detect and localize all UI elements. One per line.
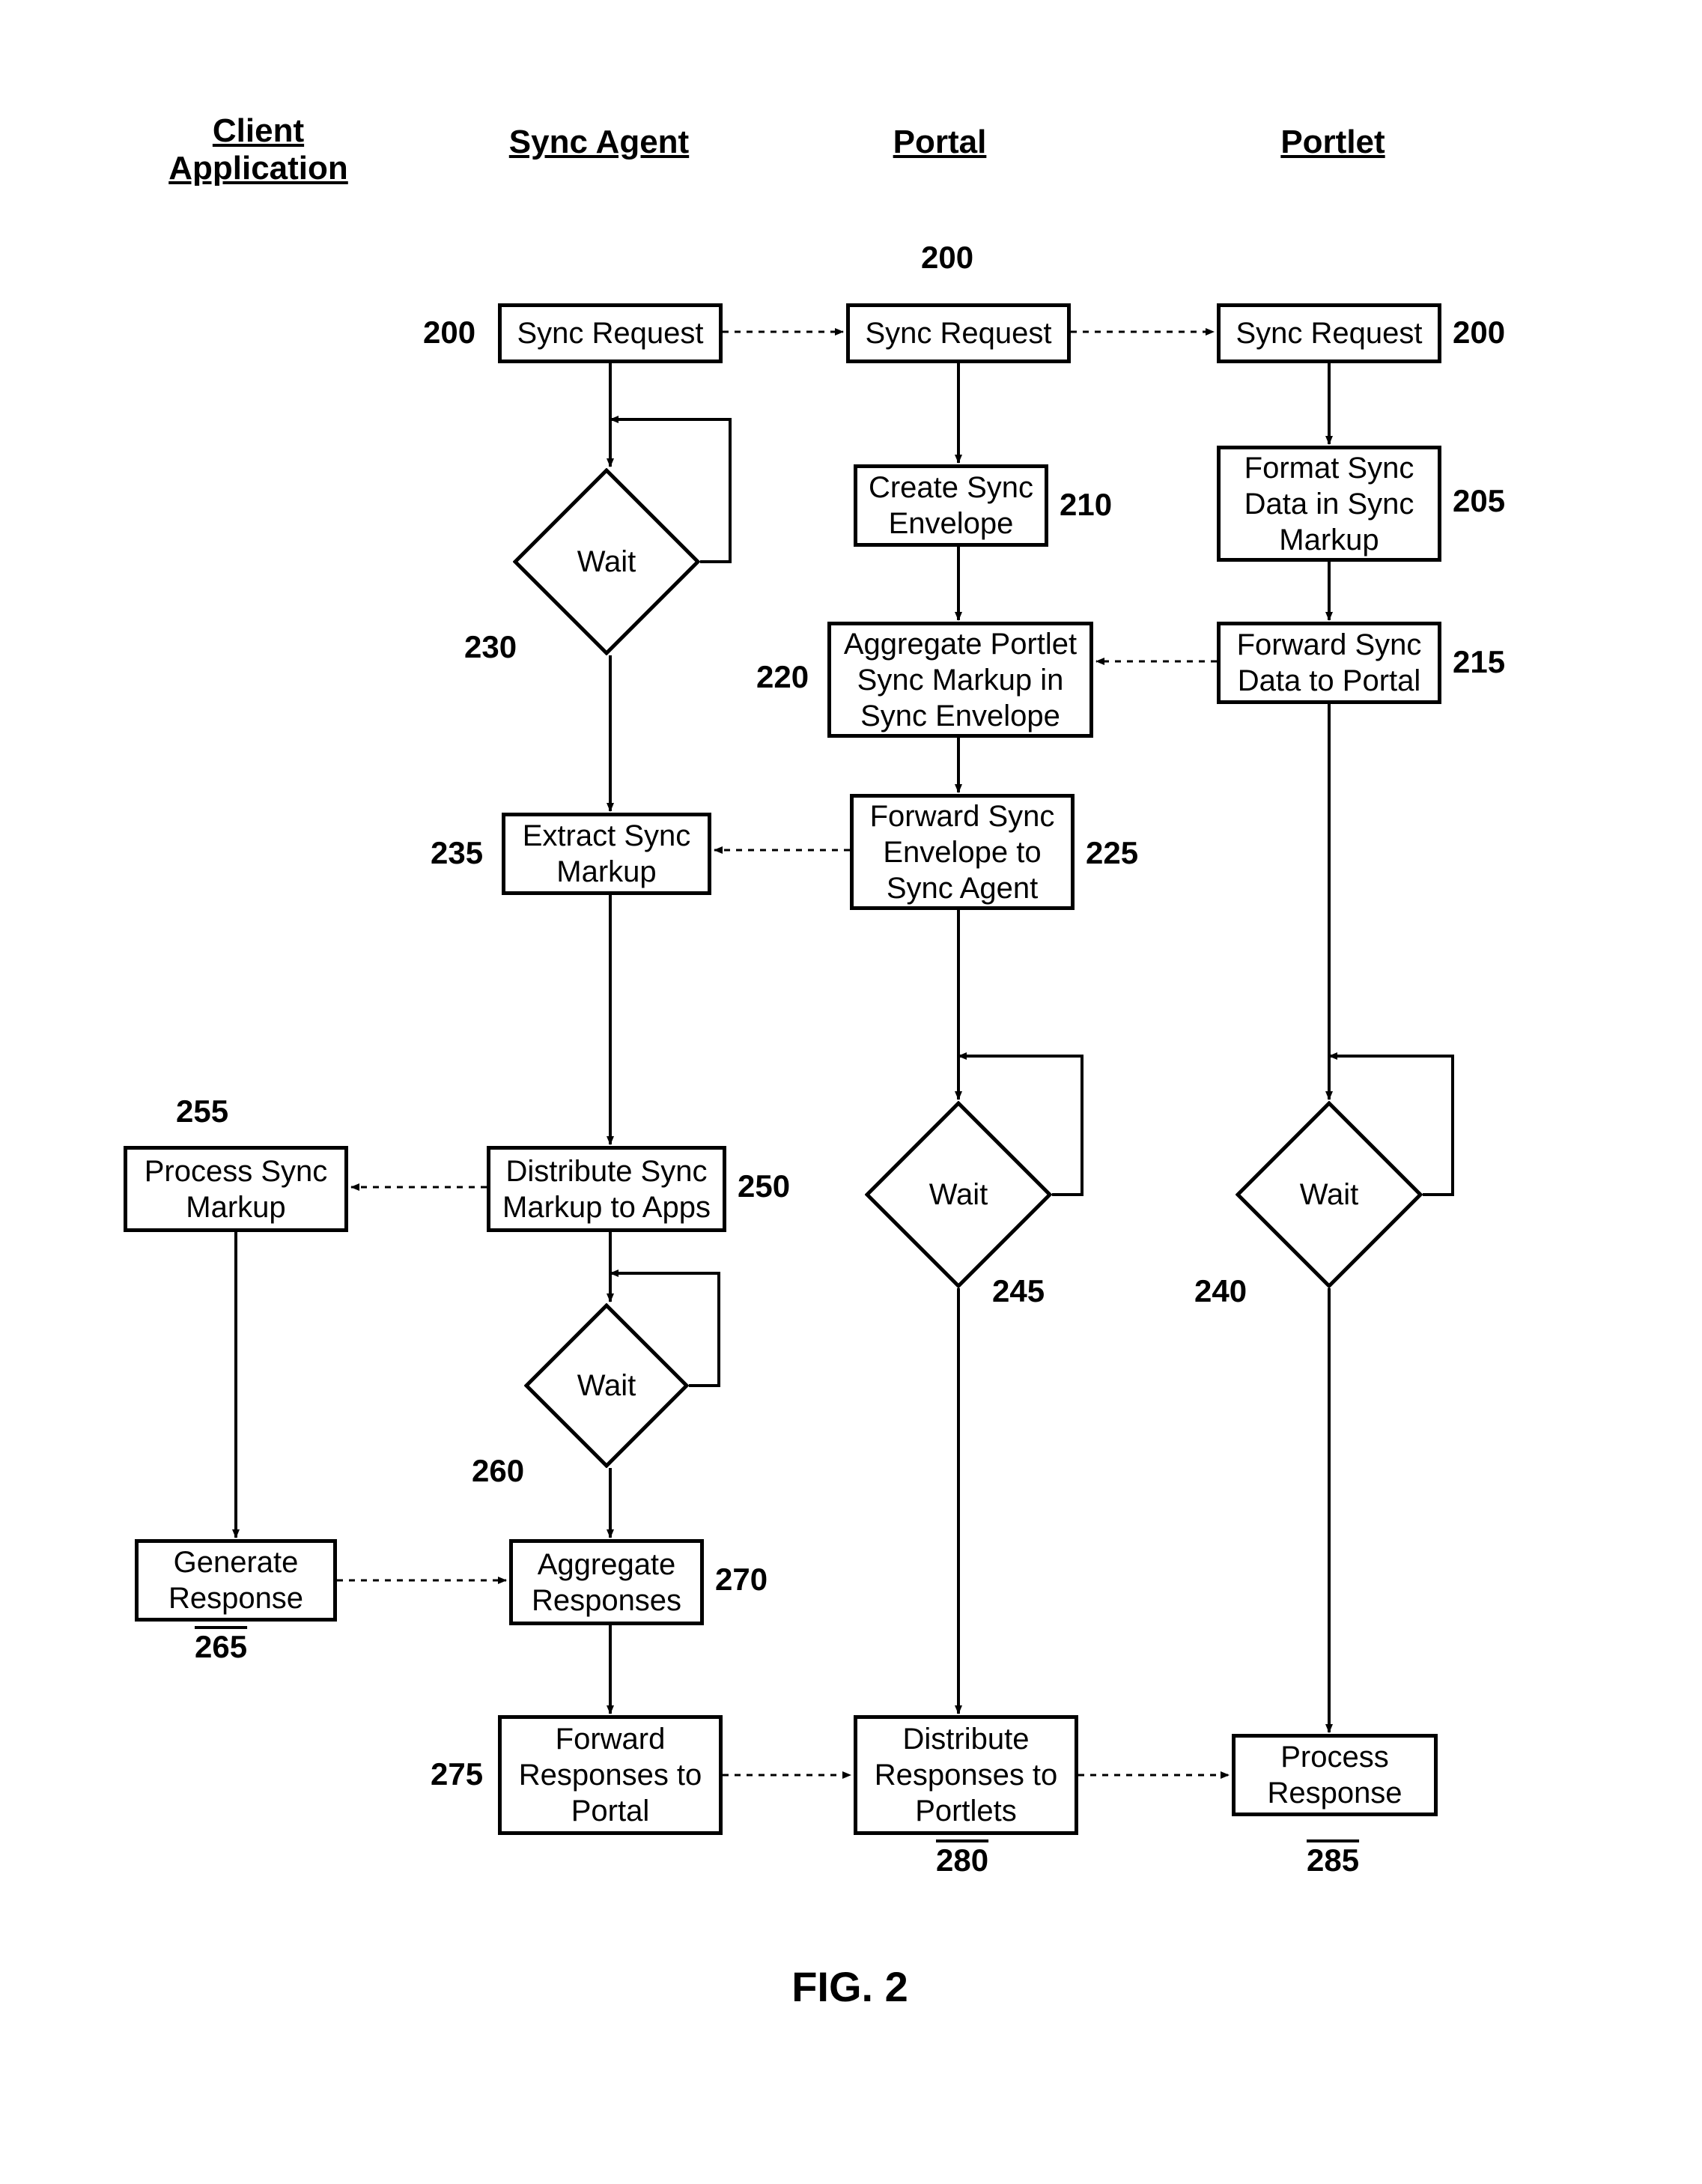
box-format-sync-data: Format Sync Data in Sync Markup <box>1217 446 1441 562</box>
diamond-text: Wait <box>1236 1101 1423 1288</box>
label-205: 205 <box>1453 483 1505 519</box>
label-240: 240 <box>1194 1273 1247 1309</box>
col-header-syncagent: Sync Agent <box>502 124 696 161</box>
label-275: 275 <box>431 1756 483 1792</box>
label-250: 250 <box>738 1168 790 1204</box>
label-200b: 200 <box>921 240 973 276</box>
label-255: 255 <box>176 1093 228 1129</box>
diamond-text: Wait <box>524 1303 689 1468</box>
box-extract-markup: Extract Sync Markup <box>502 813 711 895</box>
diamond-wait-230: Wait <box>513 468 700 655</box>
label-230: 230 <box>464 629 517 665</box>
box-forward-sync-data: Forward Sync Data to Portal <box>1217 622 1441 704</box>
label-225: 225 <box>1086 835 1138 871</box>
col-header-client: Client Application <box>161 112 356 187</box>
box-process-response: Process Response <box>1232 1734 1438 1816</box>
box-sync-request-portlet: Sync Request <box>1217 303 1441 363</box>
label-270: 270 <box>715 1562 768 1598</box>
box-distribute-markup: Distribute Sync Markup to Apps <box>487 1146 726 1232</box>
col-header-text: Application <box>168 150 348 186</box>
diamond-wait-240: Wait <box>1236 1101 1423 1288</box>
label-235: 235 <box>431 835 483 871</box>
box-process-markup: Process Sync Markup <box>124 1146 348 1232</box>
box-sync-request-agent: Sync Request <box>498 303 723 363</box>
box-sync-request-portal: Sync Request <box>846 303 1071 363</box>
label-245: 245 <box>992 1273 1045 1309</box>
label-260: 260 <box>472 1453 524 1489</box>
label-200c: 200 <box>1453 315 1505 351</box>
diamond-text: Wait <box>865 1101 1052 1288</box>
box-distribute-responses: Distribute Responses to Portlets <box>854 1715 1078 1835</box>
label-265: 265 <box>195 1629 247 1665</box>
diamond-wait-260: Wait <box>524 1303 689 1468</box>
label-220: 220 <box>756 659 809 695</box>
box-forward-responses: Forward Responses to Portal <box>498 1715 723 1835</box>
diamond-text: Wait <box>513 468 700 655</box>
col-header-portlet: Portlet <box>1265 124 1400 161</box>
col-header-portal: Portal <box>872 124 1007 161</box>
label-200a: 200 <box>423 315 475 351</box>
box-aggregate-markup: Aggregate Portlet Sync Markup in Sync En… <box>827 622 1093 738</box>
box-forward-envelope: Forward Sync Envelope to Sync Agent <box>850 794 1075 910</box>
box-generate-response: Generate Response <box>135 1539 337 1622</box>
col-header-text: Client <box>213 112 304 149</box>
box-create-sync-envelope: Create Sync Envelope <box>854 464 1048 547</box>
label-280: 280 <box>936 1842 988 1878</box>
figure-caption: FIG. 2 <box>738 1962 962 2011</box>
box-aggregate-responses: Aggregate Responses <box>509 1539 704 1625</box>
label-210: 210 <box>1060 487 1112 523</box>
label-215: 215 <box>1453 644 1505 680</box>
diamond-wait-245: Wait <box>865 1101 1052 1288</box>
label-285: 285 <box>1307 1842 1359 1878</box>
